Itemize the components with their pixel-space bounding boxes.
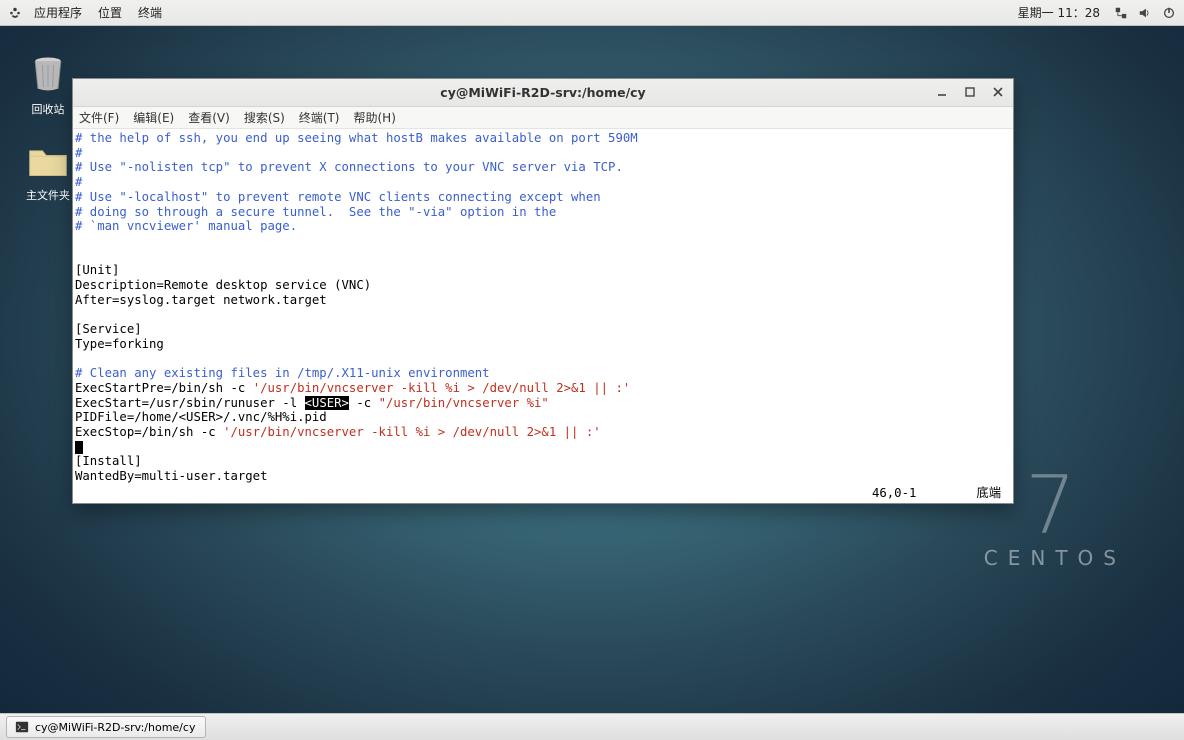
window-minimize-button[interactable] — [933, 83, 951, 101]
clock[interactable]: 星期一 11：28 — [1018, 4, 1100, 21]
menu-applications[interactable]: 应用程序 — [34, 4, 82, 21]
icon-label: 回收站 — [18, 101, 78, 117]
window-maximize-button[interactable] — [961, 83, 979, 101]
system-tray — [1114, 6, 1176, 20]
window-close-button[interactable] — [989, 83, 1007, 101]
task-bar: cy@MiWiFi-R2D-srv:/home/cy https://blog.… — [0, 713, 1184, 740]
desktop-icon-home[interactable]: 主文件夹 — [18, 138, 78, 203]
vim-cursor-pos: 46,0-1 — [872, 486, 916, 501]
menu-file[interactable]: 文件(F) — [79, 109, 119, 126]
highlighted-user-placeholder: <USER> — [305, 396, 349, 410]
menu-locations[interactable]: 位置 — [98, 4, 122, 21]
top-menu-bar: 应用程序 位置 终端 星期一 11：28 — [0, 0, 1184, 26]
icon-label: 主文件夹 — [18, 187, 78, 203]
menu-terminal[interactable]: 终端(T) — [299, 109, 340, 126]
window-title: cy@MiWiFi-R2D-srv:/home/cy — [440, 85, 645, 100]
menu-edit[interactable]: 编辑(E) — [133, 109, 174, 126]
menu-terminal[interactable]: 终端 — [138, 4, 162, 21]
menu-search[interactable]: 搜索(S) — [244, 109, 285, 126]
terminal-icon — [15, 720, 29, 734]
wallpaper-distro-name: CENTOS — [984, 546, 1126, 570]
taskbar-item-label: cy@MiWiFi-R2D-srv:/home/cy — [35, 721, 195, 734]
volume-icon[interactable] — [1138, 6, 1152, 20]
window-titlebar[interactable]: cy@MiWiFi-R2D-srv:/home/cy — [73, 79, 1013, 107]
power-icon[interactable] — [1162, 6, 1176, 20]
network-icon[interactable] — [1114, 6, 1128, 20]
desktop-icon-trash[interactable]: 回收站 — [18, 52, 78, 117]
terminal-content[interactable]: # the help of ssh, you end up seeing wha… — [73, 129, 1013, 503]
trash-icon — [26, 52, 70, 96]
menu-view[interactable]: 查看(V) — [188, 109, 230, 126]
wallpaper-version: 7 — [1025, 459, 1076, 552]
terminal-window: cy@MiWiFi-R2D-srv:/home/cy 文件(F) 编辑(E) 查… — [72, 78, 1014, 504]
terminal-cursor — [75, 441, 83, 454]
folder-home-icon — [26, 138, 70, 182]
terminal-menubar: 文件(F) 编辑(E) 查看(V) 搜索(S) 终端(T) 帮助(H) — [73, 107, 1013, 129]
vim-scroll-pos: 底端 — [976, 486, 1001, 501]
menu-help[interactable]: 帮助(H) — [354, 109, 396, 126]
watermark: https://blog.csdn@51CTO 7/4 — [1010, 721, 1172, 734]
taskbar-item-terminal[interactable]: cy@MiWiFi-R2D-srv:/home/cy — [6, 716, 206, 738]
vim-status-line: 46,0-1 底端 — [872, 486, 1001, 501]
gnome-logo-icon — [8, 6, 22, 20]
